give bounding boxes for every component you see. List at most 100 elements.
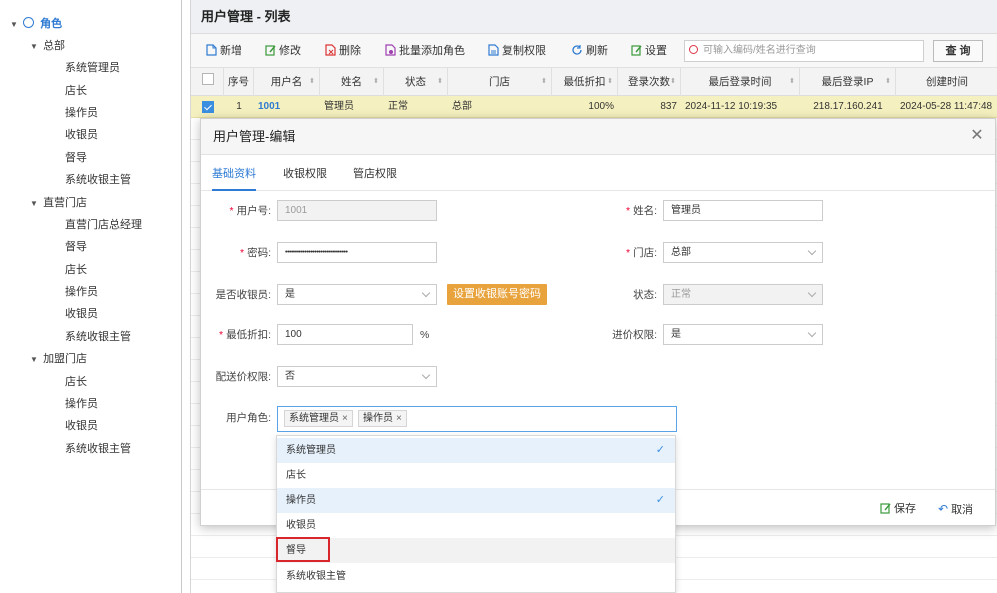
is-cashier-select[interactable]: 是 xyxy=(277,284,437,305)
store-select[interactable]: 总部 xyxy=(663,242,823,263)
save-icon xyxy=(880,503,891,514)
tree-item[interactable]: 督导 xyxy=(65,237,87,257)
column-header[interactable]: 门店 ⬍ xyxy=(448,68,552,96)
purchase-price-select[interactable]: 是 xyxy=(663,324,823,345)
tab-basic-info[interactable]: 基础资料 xyxy=(212,157,256,191)
check-icon: ✓ xyxy=(655,444,665,456)
sort-icon: ⬍ xyxy=(373,78,379,85)
edit-button[interactable]: 修改 xyxy=(265,43,301,60)
role-tree-sidebar: ▼ 角色 ▼ 总部 系统管理员 店长 操作员 收银员 督导 系统收银主管 ▼ 直… xyxy=(0,0,182,593)
search-button[interactable]: 查 询 xyxy=(933,40,983,62)
add-icon xyxy=(206,44,217,56)
sort-icon: ⬍ xyxy=(309,78,315,85)
tree-item[interactable]: 店长 xyxy=(65,372,87,392)
column-header[interactable]: 创建时间 xyxy=(896,68,997,96)
collapse-arrow-icon[interactable]: ▼ xyxy=(30,350,40,370)
tree-group-label: 直营门店 xyxy=(43,197,88,209)
password-label: * 密码: xyxy=(239,247,271,259)
batch-add-role-button[interactable]: 批量添加角色 xyxy=(385,43,465,60)
status-label: 状态: xyxy=(633,289,657,301)
tree-root[interactable]: ▼ 角色 xyxy=(10,14,62,34)
column-header[interactable]: 序号 xyxy=(224,68,254,96)
dropdown-option[interactable]: 收银员 xyxy=(277,513,675,538)
tree-item[interactable]: 操作员 xyxy=(65,282,98,302)
delivery-price-select[interactable]: 否 xyxy=(277,366,437,387)
tree-item[interactable]: 系统收银主管 xyxy=(65,439,131,459)
settings-button[interactable]: 设置 xyxy=(631,43,667,60)
column-header[interactable]: 最低折扣 ⬍ xyxy=(552,68,618,96)
search-placeholder: 可输入编码/姓名进行查询 xyxy=(703,45,816,56)
user-no-field[interactable]: 1001 xyxy=(277,200,437,221)
tree-group-label: 总部 xyxy=(43,40,66,52)
tree-group-direct-store[interactable]: ▼ 直营门店 xyxy=(30,193,87,213)
remove-tag-icon[interactable]: × xyxy=(396,413,402,424)
column-header[interactable]: 登录次数 ⬍ xyxy=(618,68,681,96)
remove-tag-icon[interactable]: × xyxy=(342,413,348,424)
tree-item[interactable]: 督导 xyxy=(65,148,87,168)
dropdown-option[interactable]: 店长 xyxy=(277,463,675,488)
column-header[interactable]: 状态 ⬍ xyxy=(384,68,448,96)
search-icon xyxy=(689,45,698,54)
collapse-arrow-icon[interactable]: ▼ xyxy=(10,15,20,35)
tab-store-permissions[interactable]: 管店权限 xyxy=(353,157,397,191)
settings-icon xyxy=(631,45,642,56)
tree-item[interactable]: 系统收银主管 xyxy=(65,327,131,347)
tree-item[interactable]: 操作员 xyxy=(65,394,98,414)
tree-group-franchise[interactable]: ▼ 加盟门店 xyxy=(30,349,87,369)
save-button[interactable]: 保存 xyxy=(880,499,916,519)
min-discount-field[interactable]: 100 xyxy=(277,324,413,345)
dropdown-option[interactable]: 督导 xyxy=(277,538,675,563)
collapse-arrow-icon[interactable]: ▼ xyxy=(30,37,40,57)
delete-icon xyxy=(325,44,336,56)
column-header[interactable]: 姓名 ⬍ xyxy=(320,68,384,96)
tree-root-label: 角色 xyxy=(40,18,63,30)
check-icon: ✓ xyxy=(655,494,665,506)
collapse-arrow-icon[interactable]: ▼ xyxy=(30,194,40,214)
sort-icon: ⬍ xyxy=(437,78,443,85)
highlight-box xyxy=(276,537,330,562)
min-discount-label: * 最低折扣: xyxy=(218,329,271,341)
tree-item[interactable]: 系统收银主管 xyxy=(65,170,131,190)
search-input[interactable]: 可输入编码/姓名进行查询 xyxy=(684,40,924,62)
add-button[interactable]: 新增 xyxy=(206,43,242,60)
cancel-button[interactable]: ↶ 取消 xyxy=(938,499,973,519)
column-header[interactable]: 用户名 ⬍ xyxy=(254,68,320,96)
refresh-button[interactable]: 刷新 xyxy=(572,43,608,60)
set-cashier-password-button[interactable]: 设置收银账号密码 xyxy=(447,284,547,305)
status-select[interactable]: 正常 xyxy=(663,284,823,305)
tree-item[interactable]: 收银员 xyxy=(65,416,98,436)
user-role-multiselect[interactable]: 系统管理员 × 操作员 × xyxy=(277,406,677,432)
chevron-down-icon xyxy=(421,288,431,298)
dropdown-option[interactable]: 系统管理员 ✓ xyxy=(277,438,675,463)
delete-button[interactable]: 删除 xyxy=(325,43,361,60)
tree-item[interactable]: 直营门店总经理 xyxy=(65,215,142,235)
tree-item[interactable]: 操作员 xyxy=(65,103,98,123)
edit-icon xyxy=(265,45,276,56)
cell-login-count: 837 xyxy=(660,101,677,112)
role-tag: 操作员 × xyxy=(358,410,407,427)
chevron-down-icon xyxy=(807,328,817,338)
column-header[interactable]: 最后登录时间 ⬍ xyxy=(681,68,800,96)
copy-permissions-button[interactable]: 复制权限 xyxy=(488,43,546,60)
password-field[interactable]: •••••••••••••••••••••••••••••••• xyxy=(277,242,437,263)
is-cashier-label: 是否收银员: xyxy=(215,289,271,301)
dropdown-option[interactable]: 操作员 ✓ xyxy=(277,488,675,513)
tree-group-label: 加盟门店 xyxy=(43,353,88,365)
tree-item[interactable]: 系统管理员 xyxy=(65,58,120,78)
column-header[interactable]: 最后登录IP ⬍ xyxy=(800,68,896,96)
tab-cashier-permissions[interactable]: 收银权限 xyxy=(283,157,327,191)
select-all-checkbox[interactable] xyxy=(202,73,214,85)
tree-group-hq[interactable]: ▼ 总部 xyxy=(30,36,65,56)
dropdown-option[interactable]: 系统收银主管 xyxy=(277,564,675,589)
close-icon[interactable]: ✕ xyxy=(969,128,985,144)
delivery-price-label: 配送价权限: xyxy=(215,371,271,383)
refresh-icon xyxy=(572,45,582,55)
tree-item[interactable]: 收银员 xyxy=(65,125,98,145)
tree-item[interactable]: 店长 xyxy=(65,81,87,101)
tree-item[interactable]: 收银员 xyxy=(65,304,98,324)
row-checkbox[interactable] xyxy=(202,101,214,113)
name-field[interactable]: 管理员 xyxy=(663,200,823,221)
batch-role-icon xyxy=(385,44,396,56)
table-row[interactable]: 1 1001 管理员 正常 总部 100% 837 2024-11-12 10:… xyxy=(191,96,997,118)
tree-item[interactable]: 店长 xyxy=(65,260,87,280)
